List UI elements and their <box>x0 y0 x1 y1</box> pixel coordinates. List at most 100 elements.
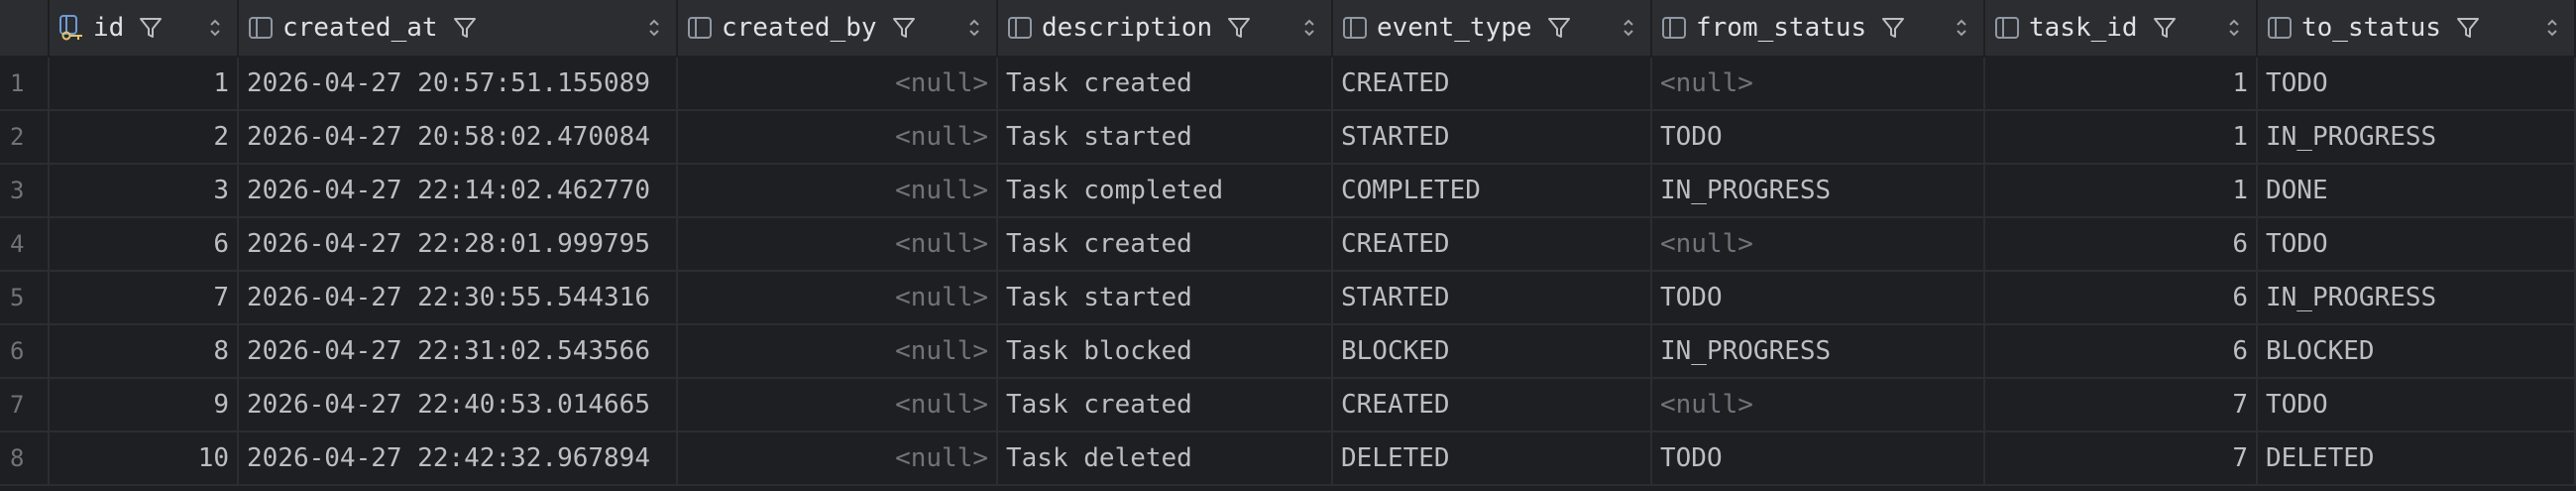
sort-icon[interactable] <box>1954 16 1969 40</box>
cell-created-by[interactable]: <null> <box>678 325 998 379</box>
cell-from-status[interactable]: IN_PROGRESS <box>1652 325 1985 379</box>
cell-description[interactable]: Task started <box>998 111 1333 165</box>
cell-event-type[interactable]: STARTED <box>1333 111 1652 165</box>
cell-created-at[interactable]: 2026-04-27 22:40:53.014665 <box>239 379 678 432</box>
column-header-task-id[interactable]: task_id <box>1985 0 2258 58</box>
cell-created-by[interactable]: <null> <box>678 218 998 272</box>
cell-to-status[interactable]: TODO <box>2258 379 2576 432</box>
cell-id[interactable]: 9 <box>50 379 239 432</box>
cell-event-type[interactable]: CREATED <box>1333 218 1652 272</box>
cell-id[interactable]: 6 <box>50 218 239 272</box>
cell-to-status[interactable]: DONE <box>2258 165 2576 218</box>
cell-task-id[interactable]: 7 <box>1985 432 2258 486</box>
column-header-description[interactable]: description <box>998 0 1333 58</box>
cell-created-at[interactable]: 2026-04-27 20:58:02.470084 <box>239 111 678 165</box>
cell-from-status[interactable]: IN_PROGRESS <box>1652 165 1985 218</box>
cell-to-status[interactable]: IN_PROGRESS <box>2258 111 2576 165</box>
cell-task-id[interactable]: 1 <box>1985 58 2258 111</box>
cell-task-id[interactable]: 6 <box>1985 325 2258 379</box>
filter-icon[interactable] <box>1546 15 1572 41</box>
sort-icon[interactable] <box>1621 16 1636 40</box>
row-number[interactable]: 7 <box>0 379 50 432</box>
filter-icon[interactable] <box>891 15 917 41</box>
row-number[interactable]: 1 <box>0 58 50 111</box>
cell-description[interactable]: Task started <box>998 272 1333 325</box>
sort-icon[interactable] <box>966 16 982 40</box>
cell-created-at[interactable]: 2026-04-27 20:57:51.155089 <box>239 58 678 111</box>
cell-to-status[interactable]: TODO <box>2258 58 2576 111</box>
primary-key-column-icon <box>57 14 85 42</box>
cell-created-at[interactable]: 2026-04-27 22:42:32.967894 <box>239 432 678 486</box>
sort-icon[interactable] <box>1301 16 1317 40</box>
row-number[interactable]: 4 <box>0 218 50 272</box>
cell-id[interactable]: 1 <box>50 58 239 111</box>
cell-from-status[interactable]: TODO <box>1652 272 1985 325</box>
cell-id[interactable]: 10 <box>50 432 239 486</box>
cell-description[interactable]: Task created <box>998 58 1333 111</box>
filter-icon[interactable] <box>452 15 478 41</box>
cell-to-status[interactable]: TODO <box>2258 218 2576 272</box>
sort-icon[interactable] <box>207 16 223 40</box>
column-header-event-type[interactable]: event_type <box>1333 0 1652 58</box>
cell-description[interactable]: Task blocked <box>998 325 1333 379</box>
filter-icon[interactable] <box>2152 15 2178 41</box>
cell-created-by[interactable]: <null> <box>678 432 998 486</box>
cell-event-type[interactable]: CREATED <box>1333 379 1652 432</box>
cell-task-id[interactable]: 1 <box>1985 165 2258 218</box>
cell-to-status[interactable]: IN_PROGRESS <box>2258 272 2576 325</box>
cell-created-at[interactable]: 2026-04-27 22:14:02.462770 <box>239 165 678 218</box>
cell-from-status[interactable]: <null> <box>1652 379 1985 432</box>
cell-created-at[interactable]: 2026-04-27 22:28:01.999795 <box>239 218 678 272</box>
filter-icon[interactable] <box>138 15 164 41</box>
column-header-id[interactable]: id <box>50 0 239 58</box>
cell-created-by[interactable]: <null> <box>678 379 998 432</box>
sort-icon[interactable] <box>2226 16 2242 40</box>
row-number[interactable]: 3 <box>0 165 50 218</box>
cell-id[interactable]: 3 <box>50 165 239 218</box>
cell-created-by[interactable]: <null> <box>678 165 998 218</box>
filter-icon[interactable] <box>2455 15 2481 41</box>
cell-description[interactable]: Task deleted <box>998 432 1333 486</box>
cell-description[interactable]: Task completed <box>998 165 1333 218</box>
cell-from-status[interactable]: <null> <box>1652 58 1985 111</box>
cell-to-status[interactable]: DELETED <box>2258 432 2576 486</box>
cell-event-type[interactable]: CREATED <box>1333 58 1652 111</box>
cell-event-type[interactable]: BLOCKED <box>1333 325 1652 379</box>
sort-icon[interactable] <box>2544 16 2560 40</box>
cell-created-at[interactable]: 2026-04-27 22:31:02.543566 <box>239 325 678 379</box>
cell-to-status[interactable]: BLOCKED <box>2258 325 2576 379</box>
cell-from-status[interactable]: TODO <box>1652 432 1985 486</box>
column-icon <box>1660 14 1688 42</box>
cell-from-status[interactable]: TODO <box>1652 111 1985 165</box>
row-number[interactable]: 5 <box>0 272 50 325</box>
cell-event-type[interactable]: DELETED <box>1333 432 1652 486</box>
filter-icon[interactable] <box>1226 15 1252 41</box>
column-header-to-status[interactable]: to_status <box>2258 0 2576 58</box>
cell-description[interactable]: Task created <box>998 379 1333 432</box>
cell-event-type[interactable]: COMPLETED <box>1333 165 1652 218</box>
cell-from-status[interactable]: <null> <box>1652 218 1985 272</box>
cell-task-id[interactable]: 1 <box>1985 111 2258 165</box>
column-header-from-status[interactable]: from_status <box>1652 0 1985 58</box>
sort-icon[interactable] <box>646 16 662 40</box>
cell-created-by[interactable]: <null> <box>678 111 998 165</box>
row-number[interactable]: 2 <box>0 111 50 165</box>
cell-created-at[interactable]: 2026-04-27 22:30:55.544316 <box>239 272 678 325</box>
cell-description[interactable]: Task created <box>998 218 1333 272</box>
column-header-created-at[interactable]: created_at <box>239 0 678 58</box>
result-grid: id created_at created_by description event_t… <box>0 0 2576 486</box>
row-number[interactable]: 8 <box>0 432 50 486</box>
cell-task-id[interactable]: 7 <box>1985 379 2258 432</box>
cell-id[interactable]: 2 <box>50 111 239 165</box>
row-number[interactable]: 6 <box>0 325 50 379</box>
cell-task-id[interactable]: 6 <box>1985 218 2258 272</box>
column-header-created-by[interactable]: created_by <box>678 0 998 58</box>
header-corner[interactable] <box>0 0 50 58</box>
cell-created-by[interactable]: <null> <box>678 272 998 325</box>
filter-icon[interactable] <box>1880 15 1906 41</box>
cell-event-type[interactable]: STARTED <box>1333 272 1652 325</box>
cell-id[interactable]: 7 <box>50 272 239 325</box>
cell-created-by[interactable]: <null> <box>678 58 998 111</box>
cell-task-id[interactable]: 6 <box>1985 272 2258 325</box>
cell-id[interactable]: 8 <box>50 325 239 379</box>
